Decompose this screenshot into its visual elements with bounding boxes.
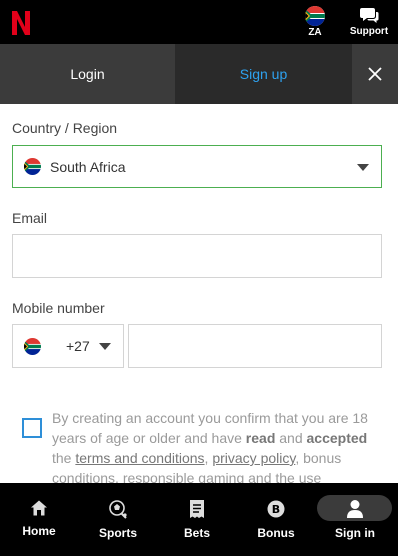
bottom-nav: Home Sports Bets B Bonus Sign in [0,483,398,556]
nav-sports-label: Sports [98,526,137,540]
consent-bold-accepted: accepted [306,430,368,446]
top-bar: ZA Support [0,0,398,44]
support-button[interactable]: Support [344,6,394,37]
signup-screen: ZA Support Login Sign up Country / Regio… [0,0,398,556]
consent-text-part: and [275,430,307,446]
consent-text-part: the [52,450,76,466]
nav-sign-in-label: Sign in [335,526,375,540]
nav-sign-in[interactable]: Sign in [316,483,394,556]
tab-login[interactable]: Login [0,44,175,104]
auth-tabs: Login Sign up [0,44,398,104]
region-code: ZA [308,27,322,38]
country-label: Country / Region [12,120,118,136]
bets-icon [190,500,204,518]
email-label: Email [12,210,48,226]
close-button[interactable] [352,44,398,104]
nav-bonus[interactable]: B Bonus [236,483,316,556]
consent-text: By creating an account you confirm that … [52,408,388,488]
south-africa-flag-icon [305,6,325,26]
chevron-down-icon [99,343,111,350]
svg-text:B: B [272,503,280,516]
country-select[interactable]: South Africa [12,145,382,188]
dial-code-select[interactable]: +27 [12,324,124,368]
south-africa-flag-icon [24,158,41,175]
tab-signup[interactable]: Sign up [175,44,352,104]
consent-checkbox[interactable] [22,418,42,438]
sports-icon [109,500,127,519]
brand-logo[interactable] [9,9,33,37]
terms-link[interactable]: terms and conditions [75,450,204,466]
consent-bold-read: read [245,430,276,446]
chevron-down-icon [357,164,369,171]
nav-bets[interactable]: Bets [158,483,236,556]
mobile-number-input[interactable] [128,324,382,368]
email-field[interactable] [12,234,382,278]
support-label: Support [349,26,389,37]
user-icon [347,500,363,518]
south-africa-flag-icon [24,337,41,355]
home-icon [31,500,47,516]
dial-code-value: +27 [66,338,90,354]
chat-icon [360,8,379,23]
nav-home[interactable]: Home [0,483,78,556]
close-icon [368,67,382,81]
nav-sports[interactable]: Sports [78,483,158,556]
bonus-icon: B [267,500,285,518]
nav-bonus-label: Bonus [257,526,295,540]
nav-home-label: Home [22,524,56,538]
region-selector[interactable]: ZA [301,6,329,38]
privacy-policy-link[interactable]: privacy policy [212,450,295,466]
mobile-label: Mobile number [12,300,105,316]
country-value: South Africa [50,158,126,175]
nav-bets-label: Bets [183,526,210,540]
